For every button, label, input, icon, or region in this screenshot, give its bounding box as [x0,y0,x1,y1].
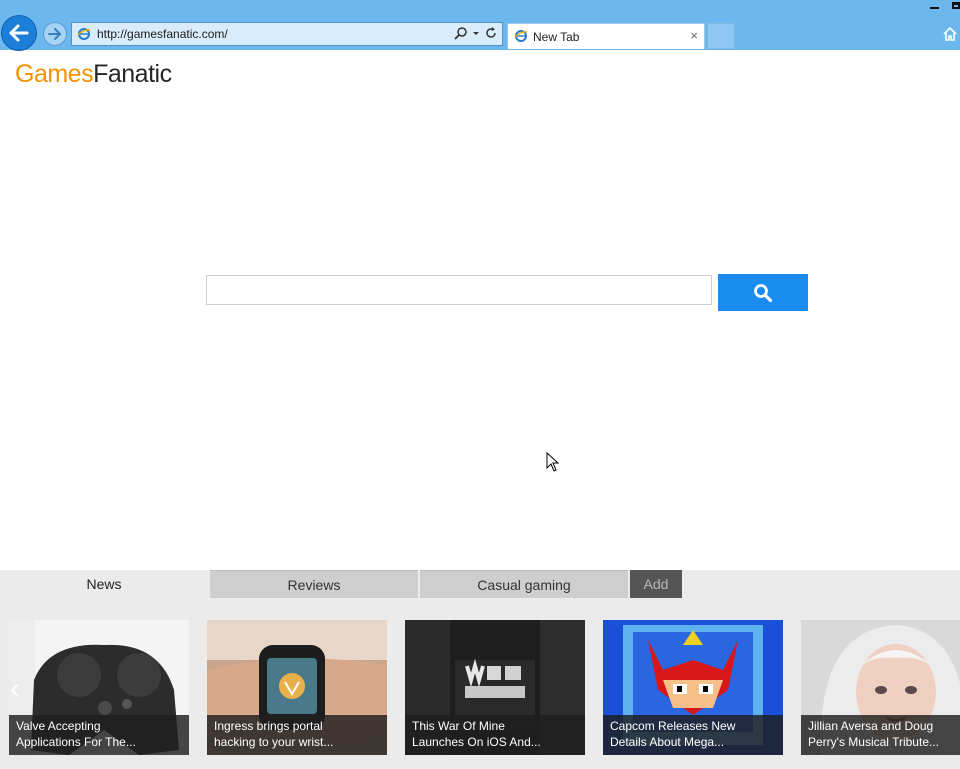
dropdown-icon[interactable] [472,26,480,40]
search-icon[interactable] [454,26,468,40]
site-logo[interactable]: GamesFanatic [15,60,172,89]
news-title-line1: This War Of Mine [412,719,505,733]
news-card[interactable]: Jillian Aversa and Doug Perry's Musical … [801,620,960,755]
arrow-right-icon [48,28,61,40]
news-card[interactable]: Ingress brings portal hacking to your wr… [207,620,387,755]
news-title-line1: Capcom Releases New [610,719,736,733]
tab-casual-gaming[interactable]: Casual gaming [420,570,628,598]
back-button[interactable] [1,15,37,51]
logo-part-fanatic: Fanatic [93,60,172,88]
new-tab-button[interactable] [707,23,735,49]
forward-button[interactable] [43,22,67,46]
news-card[interactable]: This War Of Mine Launches On iOS And... [405,620,585,755]
news-caption: Valve Accepting Applications For The... [9,715,189,755]
news-title-line2: Perry's Musical Tribute... [808,735,939,749]
search-icon [754,283,773,302]
address-text: http://gamesfanatic.com/ [97,27,228,41]
carousel-prev-icon[interactable]: ‹ [10,672,20,706]
refresh-icon[interactable] [484,26,498,40]
news-caption: Ingress brings portal hacking to your wr… [207,715,387,755]
news-title-line2: Launches On iOS And... [412,735,541,749]
news-title-line1: Ingress brings portal [214,719,323,733]
browser-toolbar: http://gamesfanatic.com/ New Tab × [0,0,960,51]
search-input[interactable] [206,275,712,305]
tab-title: New Tab [533,30,580,44]
ie-logo-icon [77,28,91,40]
maximize-icon[interactable] [952,2,960,9]
news-card[interactable]: Capcom Releases New Details About Mega..… [603,620,783,755]
mouse-cursor-icon [546,452,560,472]
tab-news[interactable]: News [0,570,208,598]
arrow-left-icon [9,24,29,42]
news-caption: This War Of Mine Launches On iOS And... [405,715,585,755]
ie-logo-icon [514,30,528,42]
home-icon[interactable] [942,26,958,42]
close-tab-icon[interactable]: × [690,28,698,43]
tab-reviews[interactable]: Reviews [210,570,418,598]
address-bar[interactable]: http://gamesfanatic.com/ [71,22,503,46]
news-caption: Jillian Aversa and Doug Perry's Musical … [801,715,960,755]
tab-new-tab[interactable]: New Tab × [507,23,705,49]
minimize-icon[interactable] [930,7,939,9]
news-title-line1: Jillian Aversa and Doug [808,719,934,733]
news-title-line2: hacking to your wrist... [214,735,334,749]
news-title-line1: Valve Accepting [16,719,101,733]
logo-part-games: Games [15,60,94,88]
news-card[interactable]: Valve Accepting Applications For The... [9,620,189,755]
window-controls [930,0,960,20]
news-caption: Capcom Releases New Details About Mega..… [603,715,783,755]
news-title-line2: Details About Mega... [610,735,725,749]
search-button[interactable] [718,274,808,311]
news-title-line2: Applications For The... [16,735,136,749]
add-tab-button[interactable]: Add [630,570,682,598]
